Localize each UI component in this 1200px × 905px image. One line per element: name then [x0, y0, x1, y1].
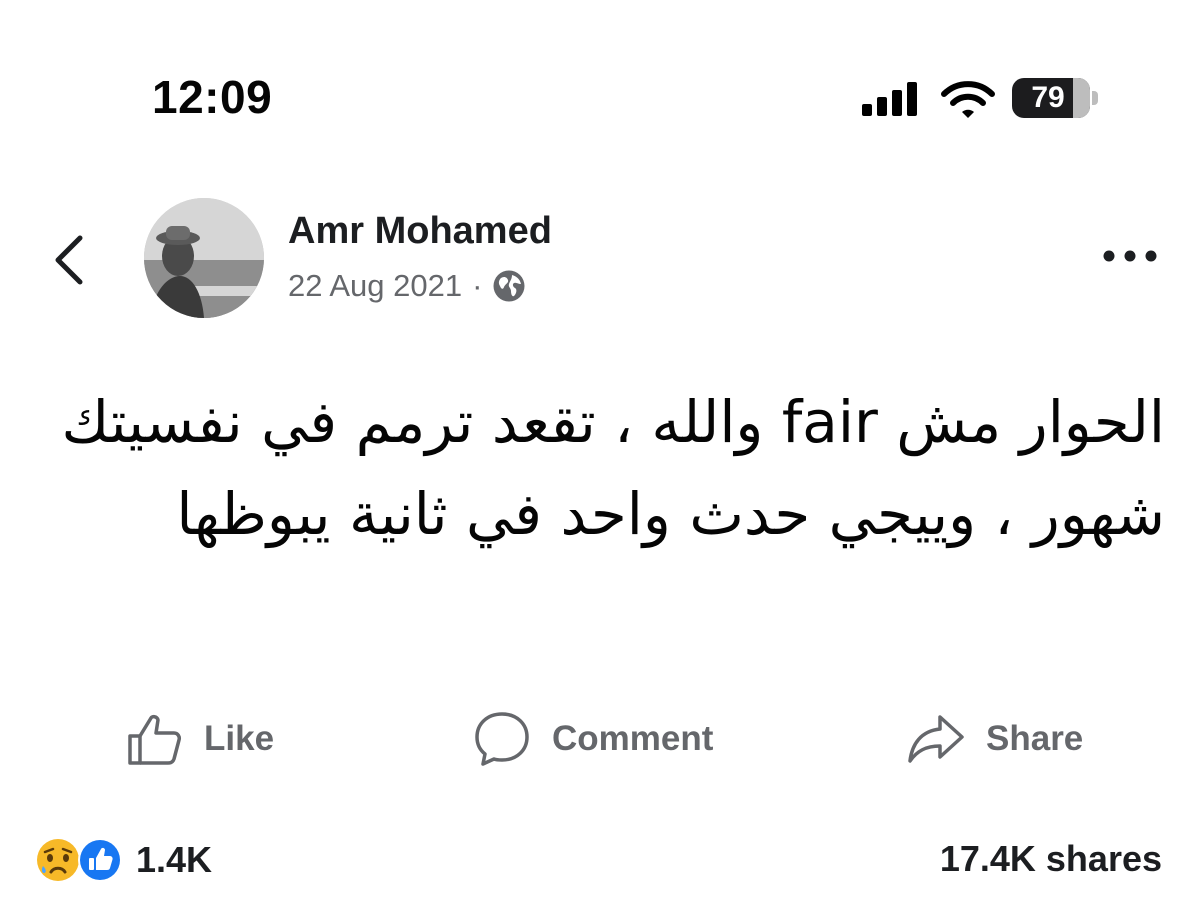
- comment-bubble-icon: [475, 712, 529, 766]
- signal-icon: [862, 82, 917, 116]
- comment-label: Comment: [552, 719, 714, 758]
- like-label: Like: [204, 719, 275, 758]
- shares-count[interactable]: 17.4K shares: [940, 838, 1162, 880]
- meta-separator: ·: [472, 268, 483, 303]
- comment-button[interactable]: Comment: [472, 706, 713, 772]
- status-time: 12:09: [152, 71, 273, 123]
- share-arrow-icon: [908, 715, 964, 763]
- more-horizontal-icon[interactable]: [1100, 246, 1160, 266]
- avatar[interactable]: [144, 198, 264, 318]
- post-date[interactable]: 22 Aug 2021: [288, 268, 462, 304]
- post-meta: 22 Aug 2021 ·: [288, 266, 526, 306]
- reaction-count: 1.4K: [136, 839, 213, 880]
- like-reaction-icon: [78, 838, 122, 882]
- thumbs-up-icon: [128, 714, 181, 765]
- reaction-summary[interactable]: 1.4K: [34, 836, 212, 884]
- like-button[interactable]: Like: [124, 706, 274, 772]
- post-text: الحوار مش fair والله ، تقعد ترمم في نفسي…: [61, 388, 1165, 548]
- chevron-left-icon[interactable]: [48, 232, 92, 288]
- author-name[interactable]: Amr Mohamed: [288, 210, 552, 253]
- share-button[interactable]: Share: [906, 706, 1083, 772]
- avatar-photo: [144, 198, 264, 318]
- battery-level: 79: [1031, 81, 1065, 114]
- battery-icon: 79: [1012, 78, 1098, 118]
- wifi-icon: [941, 81, 995, 118]
- sad-face-icon: [37, 839, 79, 881]
- share-label: Share: [986, 719, 1084, 758]
- globe-icon: [493, 270, 525, 302]
